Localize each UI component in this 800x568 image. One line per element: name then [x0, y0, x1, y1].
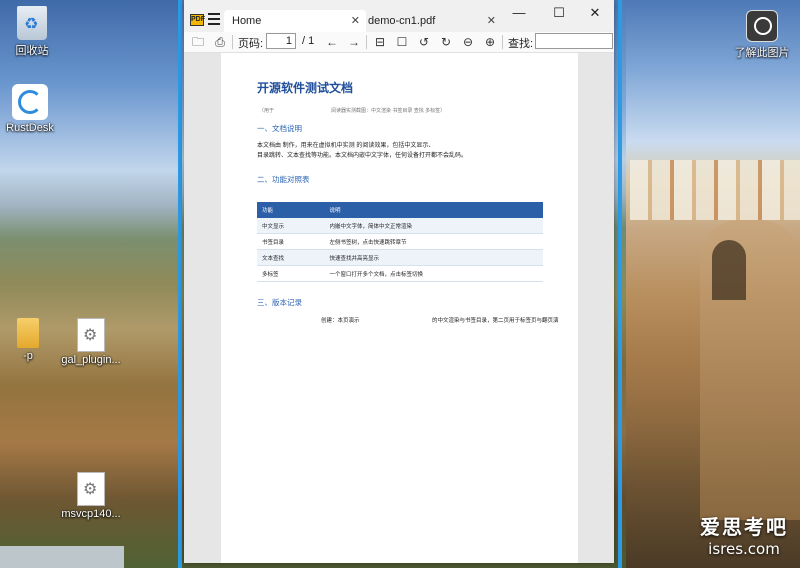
table-cell: 书签目录 — [257, 233, 325, 250]
rustdesk-icon — [12, 84, 48, 120]
file-gear-icon — [77, 472, 105, 506]
menu-icon[interactable] — [208, 13, 220, 25]
toolbar-separator — [366, 35, 367, 49]
desktop-icon-label: -p — [23, 350, 33, 362]
desktop-icon-label: RustDesk — [6, 122, 54, 134]
desktop-icon-gal-plugin[interactable]: gal_plugin... — [59, 318, 123, 366]
wallpaper-houses — [630, 160, 800, 220]
desktop-icon-rustdesk[interactable]: RustDesk — [0, 84, 62, 134]
paragraph-line: 本文档由 制作，用来在虚拟机中实测 的阅读效果，包括中文显示、 — [257, 143, 435, 149]
table-header: 功能 — [257, 202, 325, 218]
rotate-right-icon[interactable]: ↻ — [438, 34, 454, 50]
table-cell: 文本查找 — [257, 249, 325, 266]
recycle-bin-icon — [17, 6, 47, 40]
tab-home[interactable]: Home ✕ — [224, 10, 366, 32]
page-total: / 1 — [302, 35, 315, 47]
table-header-row: 功能 说明 — [257, 202, 543, 218]
toolbar-separator — [232, 35, 233, 49]
zoom-out-icon[interactable]: ⊖ — [460, 34, 476, 50]
pdf-page: 开源软件测试文档 （用于 阅读器实测截图：中文渲染 书签目录 查找 多标签） 一… — [221, 53, 578, 563]
table-header: 说明 — [324, 202, 543, 218]
page-number-input[interactable]: 1 — [266, 33, 296, 49]
tab-close-icon[interactable]: ✕ — [351, 10, 360, 32]
table-cell: 快速查找并高亮显示 — [324, 249, 543, 266]
desktop-icon-label: 回收站 — [15, 45, 49, 57]
desktop-icon-label: msvcp140... — [61, 508, 121, 520]
table-cell: 内嵌中文字体，简体中文正常渲染 — [324, 218, 543, 234]
watermark-title: 爱思考吧 — [700, 515, 788, 539]
section-heading: 二、功能对照表 — [257, 175, 310, 184]
version-text-left: 创建：本页演示 — [321, 318, 360, 324]
folder-icon — [17, 318, 39, 348]
minimize-button[interactable]: — — [504, 4, 534, 22]
desktop-icon-label: 了解此图片 — [734, 47, 790, 59]
fit-page-icon[interactable]: ☐ — [394, 34, 410, 50]
paragraph-line: 目录跳转、文本查找等功能。本文档内嵌中文字体，任何设备打开都不会乱码。 — [257, 153, 468, 159]
feature-table: 功能 说明 中文显示 内嵌中文字体，简体中文正常渲染 书签目录 左侧书签树，点击… — [257, 202, 543, 282]
watermark: 爱思考吧 isres.com — [700, 511, 788, 558]
section-heading: 一、文档说明 — [257, 124, 302, 133]
desktop-icon-recycle-bin[interactable]: 回收站 — [0, 6, 64, 58]
taskbar-fragment — [0, 546, 124, 568]
search-label: 查找: — [508, 38, 534, 50]
window-edge-right — [618, 0, 622, 568]
document-meta-right: 阅读器实测截图：中文渲染 书签目录 查找 多标签） — [331, 108, 446, 114]
window-edge-left — [178, 0, 182, 568]
table-cell: 多标签 — [257, 265, 325, 282]
camera-lens-icon — [746, 10, 778, 42]
document-meta-left: （用于 — [259, 108, 275, 114]
watermark-url: isres.com — [708, 540, 780, 558]
table-cell: 中文显示 — [257, 218, 325, 234]
toolbar: 🗀 ⎙ 页码: 1 / 1 ← → ⊟ ☐ ↺ ↻ ⊖ ⊕ 查找: — [184, 32, 614, 53]
version-text-right: 的中文渲染与书签目录，第二页用于标签页与翻页演 — [432, 318, 559, 324]
desktop-icon-msvcp[interactable]: msvcp140... — [59, 472, 123, 520]
table-cell: 一个窗口打开多个文档，点击标签切换 — [324, 265, 543, 282]
section-heading: 三、版本记录 — [257, 298, 302, 307]
zoom-in-icon[interactable]: ⊕ — [482, 34, 498, 50]
next-page-icon[interactable]: → — [346, 34, 362, 50]
wallpaper-arch — [712, 240, 746, 300]
page-label: 页码: — [238, 38, 264, 50]
toolbar-separator — [502, 35, 503, 49]
print-icon[interactable]: ⎙ — [212, 34, 228, 50]
desktop-icon-folder[interactable]: -p — [0, 318, 60, 362]
document-viewer[interactable]: 开源软件测试文档 （用于 阅读器实测截图：中文渲染 书签目录 查找 多标签） 一… — [184, 53, 614, 563]
table-row: 多标签 一个窗口打开多个文档，点击标签切换 — [257, 265, 543, 282]
table-row: 书签目录 左侧书签树，点击快速跳转章节 — [257, 233, 543, 250]
desktop-icon-learn-more[interactable]: 了解此图片 — [730, 10, 794, 60]
maximize-button[interactable]: ☐ — [544, 4, 574, 22]
rotate-left-icon[interactable]: ↺ — [416, 34, 432, 50]
title-bar: PDF Home ✕ demo-cn1.pdf ✕ — ☐ ✕ — [184, 0, 614, 32]
tab-demo-pdf[interactable]: demo-cn1.pdf ✕ — [360, 10, 502, 32]
table-row: 文本查找 快速查找并高亮显示 — [257, 249, 543, 266]
file-gear-icon — [77, 318, 105, 352]
close-button[interactable]: ✕ — [580, 4, 610, 22]
app-logo-icon: PDF — [190, 14, 205, 26]
document-title: 开源软件测试文档 — [257, 81, 354, 95]
pdf-viewer-window: PDF Home ✕ demo-cn1.pdf ✕ — ☐ ✕ 🗀 ⎙ 页码: … — [184, 0, 614, 563]
table-cell: 左侧书签树，点击快速跳转章节 — [324, 233, 543, 250]
search-input[interactable] — [535, 33, 613, 49]
tab-close-icon[interactable]: ✕ — [487, 10, 496, 32]
tab-label: Home — [232, 15, 262, 27]
table-row: 中文显示 内嵌中文字体，简体中文正常渲染 — [257, 218, 543, 234]
desktop-icon-label: gal_plugin... — [61, 354, 121, 366]
fit-width-icon[interactable]: ⊟ — [372, 34, 388, 50]
previous-page-icon[interactable]: ← — [324, 34, 340, 50]
tab-label: demo-cn1.pdf — [368, 15, 436, 27]
open-folder-icon[interactable]: 🗀 — [190, 34, 206, 50]
